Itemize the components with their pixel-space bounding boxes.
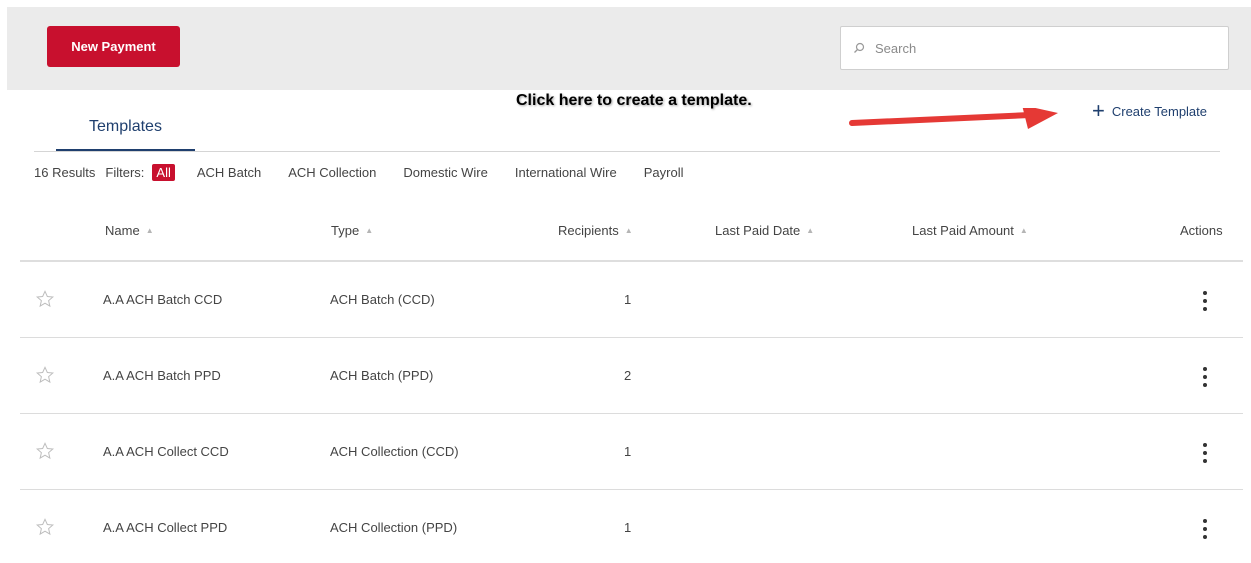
filter-bar: 16 Results Filters: All ACH Batch ACH Co… (34, 161, 711, 183)
filter-payroll[interactable]: Payroll (644, 165, 684, 180)
template-type: ACH Batch (PPD) (330, 368, 434, 383)
template-type: ACH Batch (CCD) (330, 292, 435, 307)
filter-international-wire[interactable]: International Wire (515, 165, 617, 180)
table-row: A.A ACH Batch PPD ACH Batch (PPD) 2 (20, 338, 1243, 414)
star-icon[interactable] (36, 518, 54, 536)
filters-label: Filters: (105, 164, 145, 180)
more-actions-icon[interactable] (1198, 517, 1212, 541)
tabs-divider (34, 151, 1220, 152)
template-recipients: 1 (624, 520, 632, 535)
template-type: ACH Collection (CCD) (330, 444, 459, 459)
plus-icon: + (1092, 98, 1105, 123)
template-recipients: 1 (624, 292, 632, 307)
top-bar: New Payment (0, 0, 1251, 90)
column-header-last-paid-amount[interactable]: Last Paid Amount ▲ (912, 223, 1028, 238)
column-header-actions: Actions (1180, 223, 1223, 238)
new-payment-button[interactable]: New Payment (47, 26, 180, 67)
template-name[interactable]: A.A ACH Collect CCD (103, 444, 229, 459)
template-name[interactable]: A.A ACH Collect PPD (103, 520, 227, 535)
table-row: A.A ACH Collect CCD ACH Collection (CCD)… (20, 414, 1243, 490)
filter-ach-collection[interactable]: ACH Collection (288, 165, 376, 180)
template-recipients: 1 (624, 444, 632, 459)
sort-arrow-icon: ▲ (1019, 226, 1028, 235)
annotation-callout: Click here to create a template. (516, 92, 752, 109)
more-actions-icon[interactable] (1198, 365, 1212, 389)
sort-arrow-icon: ▲ (624, 226, 633, 235)
star-icon[interactable] (36, 290, 54, 308)
template-recipients: 2 (624, 368, 632, 383)
filter-domestic-wire[interactable]: Domestic Wire (403, 165, 488, 180)
results-count: 16 Results (34, 164, 96, 180)
more-actions-icon[interactable] (1198, 289, 1212, 313)
search-box[interactable] (840, 26, 1229, 70)
create-template-label: Create Template (1111, 103, 1208, 119)
column-header-name[interactable]: Name ▲ (105, 223, 154, 238)
sort-arrow-icon: ▲ (806, 226, 815, 235)
template-name[interactable]: A.A ACH Batch CCD (103, 292, 222, 307)
create-template-button[interactable]: + Create Template (1092, 100, 1207, 122)
column-header-recipients[interactable]: Recipients ▲ (558, 223, 633, 238)
column-header-type[interactable]: Type ▲ (331, 223, 373, 238)
sort-arrow-icon: ▲ (145, 226, 154, 235)
annotation-arrow (849, 108, 1058, 129)
column-header-last-paid-date[interactable]: Last Paid Date ▲ (715, 223, 814, 238)
more-actions-icon[interactable] (1198, 441, 1212, 465)
sort-arrow-icon: ▲ (365, 226, 374, 235)
star-icon[interactable] (36, 366, 54, 384)
filter-all[interactable]: All (152, 163, 175, 181)
filter-ach-batch[interactable]: ACH Batch (197, 165, 261, 180)
table-row: A.A ACH Batch CCD ACH Batch (CCD) 1 (20, 262, 1243, 338)
search-icon (854, 42, 865, 53)
search-input[interactable] (875, 27, 1215, 69)
table-row: A.A ACH Collect PPD ACH Collection (PPD)… (20, 490, 1243, 563)
tab-templates[interactable]: Templates (56, 118, 195, 151)
template-type: ACH Collection (PPD) (330, 520, 458, 535)
star-icon[interactable] (36, 442, 54, 460)
template-name[interactable]: A.A ACH Batch PPD (103, 368, 221, 383)
